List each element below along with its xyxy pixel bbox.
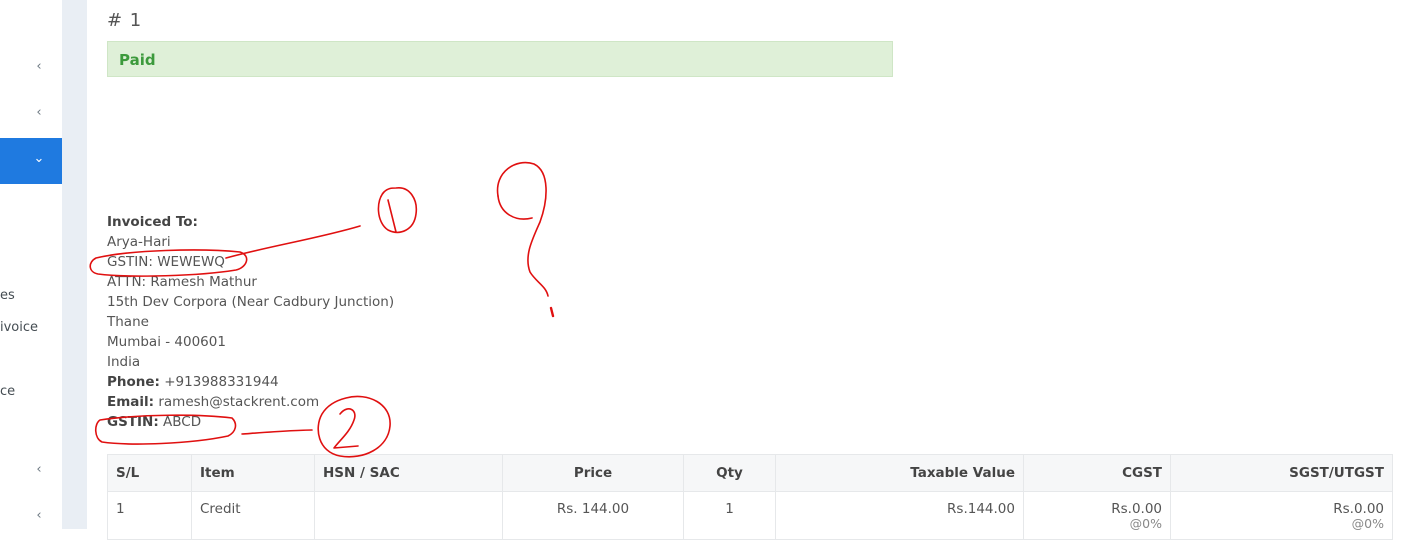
invoiced-to-block: Invoiced To: Arya-Hari GSTIN: WEWEWQ ATT… [107, 212, 394, 432]
customer-name: Arya-Hari [107, 234, 171, 250]
cell-item: Credit [191, 491, 315, 540]
status-badge: Paid [107, 41, 893, 77]
chevron-left-icon[interactable]: ‹ [32, 509, 46, 523]
invoice-number: # 1 [107, 10, 143, 31]
sidebar-gutter [62, 0, 87, 529]
chevron-left-icon[interactable]: ‹ [32, 106, 46, 120]
cell-qty: 1 [683, 491, 776, 540]
customer-gstin-line: GSTIN: WEWEWQ [107, 254, 225, 270]
sidebar-item-label[interactable]: ivoice [0, 320, 38, 335]
items-table: S/L Item HSN / SAC Price Qty Taxable Val… [107, 454, 1393, 540]
cell-price: Rs. 144.00 [502, 491, 684, 540]
chevron-down-icon: ⌄ [33, 151, 45, 166]
col-header-qty: Qty [683, 454, 776, 492]
cell-taxable: Rs.144.00 [775, 491, 1024, 540]
table-header-row: S/L Item HSN / SAC Price Qty Taxable Val… [107, 454, 1393, 492]
city-pin-line: Mumbai - 400601 [107, 334, 226, 350]
col-header-taxable: Taxable Value [775, 454, 1024, 492]
cell-cgst: Rs.0.00 @0% [1023, 491, 1171, 540]
cell-sl: 1 [107, 491, 192, 540]
country-line: India [107, 354, 141, 370]
cell-sgst: Rs.0.00 @0% [1170, 491, 1393, 540]
attn-line: ATTN: Ramesh Mathur [107, 274, 257, 290]
invoice-page: # 1 Paid Invoiced To: Arya-Hari GSTIN: W… [87, 0, 1423, 540]
col-header-item: Item [191, 454, 315, 492]
sgst-amount: Rs.0.00 [1333, 501, 1384, 517]
cell-hsn [314, 491, 503, 540]
sidebar-item-label[interactable]: ce [0, 384, 15, 399]
sidebar: ‹ ‹ ⌄ es ivoice ce ‹ ‹ [0, 0, 62, 529]
sidebar-item-label[interactable]: es [0, 288, 15, 303]
chevron-left-icon[interactable]: ‹ [32, 463, 46, 477]
chevron-left-icon[interactable]: ‹ [32, 60, 46, 74]
address-line: 15th Dev Corpora (Near Cadbury Junction) [107, 294, 395, 310]
city-line: Thane [107, 314, 149, 330]
sidebar-item-active[interactable]: ⌄ [0, 138, 62, 184]
col-header-sl: S/L [107, 454, 192, 492]
table-row: 1 Credit Rs. 144.00 1 Rs.144.00 Rs.0.00 … [107, 491, 1393, 540]
col-header-sgst: SGST/UTGST [1170, 454, 1393, 492]
email-line: Email: ramesh@stackrent.com [107, 394, 320, 410]
phone-line: Phone: +913988331944 [107, 374, 279, 390]
invoiced-to-heading: Invoiced To: [107, 214, 198, 230]
col-header-price: Price [502, 454, 684, 492]
col-header-hsn: HSN / SAC [314, 454, 503, 492]
gstin-line: GSTIN: ABCD [107, 414, 202, 430]
cgst-amount: Rs.0.00 [1111, 501, 1162, 517]
col-header-cgst: CGST [1023, 454, 1171, 492]
